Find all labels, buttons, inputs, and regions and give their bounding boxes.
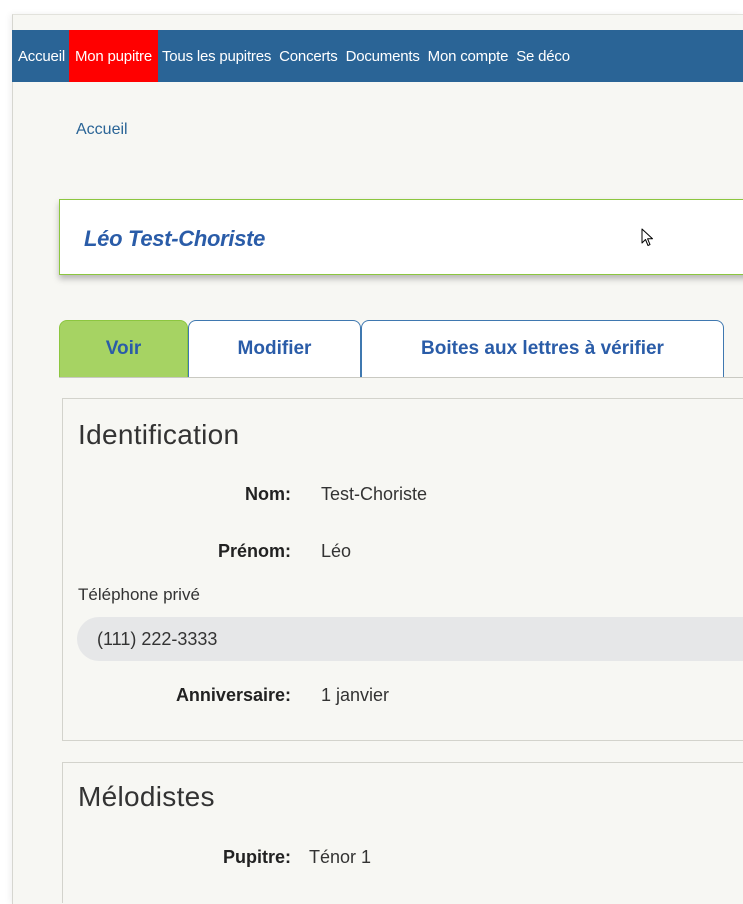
page-title: Léo Test-Choriste (84, 226, 266, 251)
prenom-label: Prénom: (217, 541, 291, 561)
tab-modifier[interactable]: Modifier (188, 320, 361, 377)
main-navigation: Accueil Mon pupitre Tous les pupitres Co… (12, 30, 743, 82)
view-tabs: Voir Modifier Boites aux lettres à vérif… (59, 320, 743, 378)
telephone-value: (111) 222-3333 (77, 617, 743, 661)
pupitre-label: Pupitre: (222, 847, 291, 867)
mouse-pointer-icon (641, 228, 653, 246)
anniversaire-value: 1 janvier (321, 685, 390, 705)
tab-boites-aux-lettres[interactable]: Boites aux lettres à vérifier (361, 320, 724, 377)
pupitre-value: Ténor 1 (309, 847, 372, 867)
nav-item-tous-les-pupitres[interactable]: Tous les pupitres (158, 30, 275, 82)
anniversaire-label: Anniversaire: (175, 685, 291, 705)
identification-panel: Identification Nom: Test-Choriste Prénom… (62, 398, 743, 741)
nav-item-mon-pupitre[interactable]: Mon pupitre (68, 30, 158, 82)
tab-voir[interactable]: Voir (59, 320, 188, 377)
melodistes-panel: Mélodistes Pupitre: Ténor 1 (62, 762, 743, 903)
nav-item-accueil[interactable]: Accueil (12, 30, 69, 82)
nom-label: Nom: (245, 484, 291, 504)
breadcrumb-home-link[interactable]: Accueil (76, 121, 128, 139)
identification-heading: Identification (78, 419, 240, 450)
melodistes-heading: Mélodistes (78, 781, 215, 812)
nav-item-concerts[interactable]: Concerts (275, 30, 341, 82)
nom-value: Test-Choriste (321, 484, 428, 504)
nav-item-mon-compte[interactable]: Mon compte (424, 30, 513, 82)
tabs-divider (59, 377, 743, 378)
nav-item-se-deconnecter[interactable]: Se déco (512, 30, 574, 82)
telephone-label: Téléphone privé (78, 585, 200, 604)
nav-item-documents[interactable]: Documents (342, 30, 424, 82)
prenom-value: Léo (321, 541, 352, 561)
